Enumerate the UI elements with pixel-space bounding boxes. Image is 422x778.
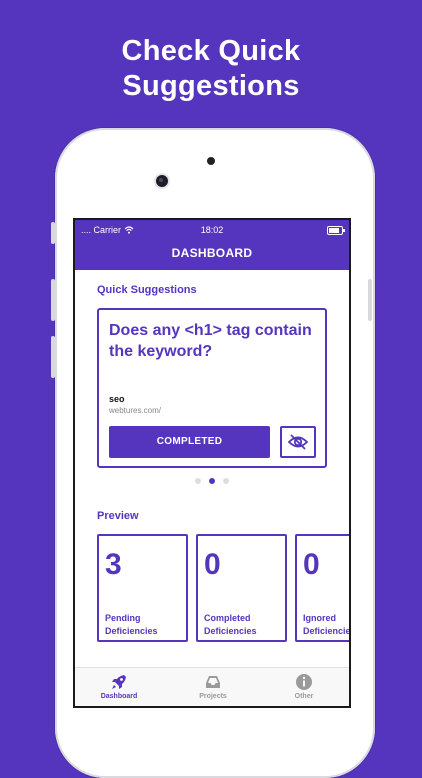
page-dot-1[interactable] [195,478,201,484]
phone-screen: .... Carrier 18:02 DASHBOARD Quick Sugge… [73,218,351,708]
tile-value: 0 [303,548,320,581]
headline-line-2: Suggestions [122,70,300,102]
power-button [368,279,372,321]
quick-suggestions-label: Quick Suggestions [97,284,197,296]
battery-icon [327,226,345,235]
preview-label: Preview [97,510,139,522]
preview-tiles: 3 Pending Deficiencies 0 Completed Defic… [97,534,351,644]
front-camera-icon [156,175,168,187]
tab-dashboard[interactable]: Dashboard [79,672,159,700]
tab-other[interactable]: Other [264,672,344,700]
tab-bar: Dashboard Projects Other [75,667,349,706]
page-title: DASHBOARD [171,246,253,260]
status-bar: .... Carrier 18:02 [75,224,349,238]
tab-label: Projects [199,693,227,700]
suggestion-keyword: seo [109,394,125,404]
clock: 18:02 [200,225,224,235]
eye-off-icon [287,434,309,450]
info-icon [296,674,312,690]
inbox-icon [206,676,220,688]
nav-bar: .... Carrier 18:02 DASHBOARD [75,220,349,270]
tile-value: 3 [105,548,122,581]
pending-deficiencies-tile[interactable]: 3 Pending Deficiencies [97,534,188,642]
rocket-icon [112,675,126,689]
volume-down-button [51,336,55,378]
tab-label: Other [294,693,314,700]
hide-suggestion-button[interactable] [280,426,316,458]
completed-deficiencies-tile[interactable]: 0 Completed Deficiencies [196,534,287,642]
page-indicator[interactable] [75,478,349,484]
suggestion-question: Does any <h1> tag contain the keyword? [109,322,312,360]
suggestion-card[interactable]: Does any <h1> tag contain the keyword? s… [97,308,327,468]
suggestion-url: webtures.com/ [109,406,162,415]
ignored-deficiencies-tile[interactable]: 0 Ignored Deficiencies [295,534,351,642]
tile-value: 0 [204,548,221,581]
tab-projects[interactable]: Projects [173,672,253,700]
volume-up-button [51,279,55,321]
completed-button[interactable]: COMPLETED [109,426,270,458]
tile-label: Pending Deficiencies [105,613,158,636]
tab-label: Dashboard [100,693,138,700]
page-dot-3[interactable] [223,478,229,484]
headline: Check Quick Suggestions [0,34,422,104]
speaker [207,157,215,165]
tile-label: Ignored Deficiencies [303,613,351,636]
mute-switch [51,222,55,244]
tile-label: Completed Deficiencies [204,613,257,636]
headline-line-1: Check Quick [121,35,301,67]
page-dot-2[interactable] [209,478,215,484]
